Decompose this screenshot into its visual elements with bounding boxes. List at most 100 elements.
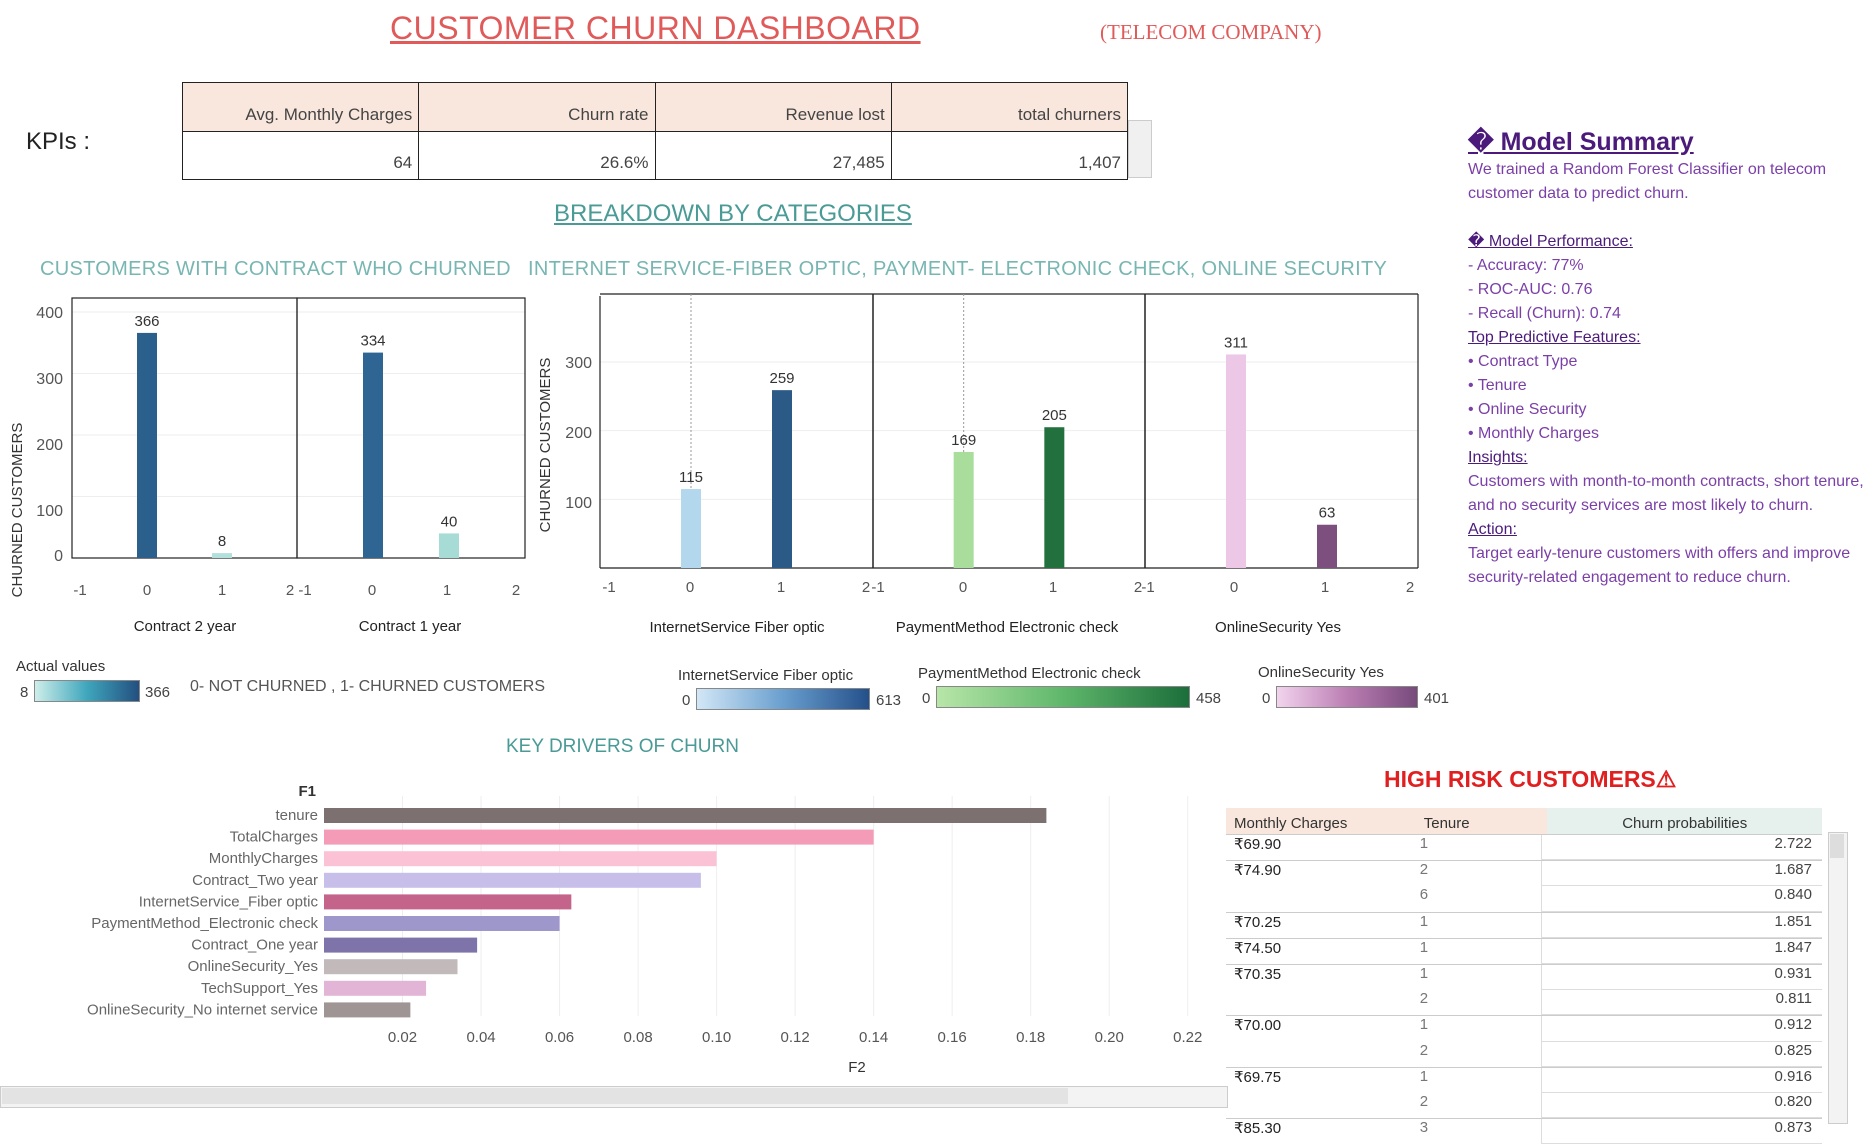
kpis-label: KPIs : xyxy=(26,128,91,155)
services-bar-label: 115 xyxy=(679,469,703,486)
services-p1-x-tick-2: 2 xyxy=(862,579,870,596)
drivers-bar xyxy=(324,829,874,845)
legend-actual-values-max: 366 xyxy=(145,684,171,701)
services-bar xyxy=(1226,354,1246,568)
model-summary-title: � Model Summary xyxy=(1468,128,1694,156)
drivers-category-label: Contract_One year xyxy=(191,937,318,954)
model-summary-intro: We trained a Random Forest Classifier on… xyxy=(1468,161,1827,202)
high-risk-probability-cell: 0.916 xyxy=(1540,1067,1822,1093)
services-bar xyxy=(1317,524,1337,568)
drivers-x-tick: 0.10 xyxy=(702,1029,731,1046)
high-risk-probability-cell: 1.687 xyxy=(1540,861,1822,887)
contract-panel-frame xyxy=(71,297,298,559)
kpi-header-total-churners: total churners xyxy=(1018,104,1121,124)
kpi-scrollbar[interactable] xyxy=(1128,120,1152,178)
drivers-bar xyxy=(324,851,717,867)
high-risk-probability-cell: 0.840 xyxy=(1540,886,1822,912)
services-p1-x-tick-0: 0 xyxy=(686,579,694,596)
high-risk-probability-cell: 0.820 xyxy=(1540,1092,1822,1119)
high-risk-row: ₹69.75 1 0.916 xyxy=(1226,1066,1822,1093)
contract-p2-x-tick-0: 0 xyxy=(368,582,376,599)
horizontal-scrollbar-thumb[interactable] xyxy=(2,1088,1068,1104)
contract-bar xyxy=(439,533,459,558)
high-risk-tenure-cell: 2 xyxy=(1419,1041,1429,1059)
kpi-header-row: Avg. Monthly Charges Churn rate Revenue … xyxy=(183,83,1127,132)
services-bar-label: 63 xyxy=(1319,505,1336,522)
drivers-bar xyxy=(324,872,701,888)
high-risk-charge-cell xyxy=(1226,990,1412,1015)
legend-security-max: 401 xyxy=(1424,690,1450,707)
high-risk-scrollbar[interactable] xyxy=(1828,832,1848,1124)
contract-p1-x-tick-neg1: -1 xyxy=(73,582,86,599)
high-risk-header-row: Monthly Charges Tenure Churn probabiliti… xyxy=(1226,808,1822,834)
services-panel-label-fiber: InternetService Fiber optic xyxy=(649,619,825,636)
high-risk-charge-cell: ₹70.00 xyxy=(1234,1017,1282,1035)
feature-contract-type: • Contract Type xyxy=(1468,353,1578,370)
legend-payment-gradient xyxy=(936,686,1190,708)
high-risk-body: ₹69.90 1 2.722 ₹74.90 2 1.687 6 0.840 ₹70.25 1 1.8… xyxy=(1226,834,1822,1144)
legend-fiber-gradient xyxy=(696,688,870,710)
model-recall: - Recall (Churn): 0.74 xyxy=(1468,305,1621,322)
high-risk-scrollbar-thumb[interactable] xyxy=(1830,834,1844,858)
services-y-tick-200: 200 xyxy=(565,425,592,442)
kpi-value-avg-charges: 64 xyxy=(183,131,420,179)
drivers-chart-heading: KEY DRIVERS OF CHURN xyxy=(506,736,739,757)
drivers-x-tick: 0.08 xyxy=(623,1029,652,1046)
high-risk-row: 2 0.820 xyxy=(1226,1092,1822,1119)
contract-y-tick-0: 0 xyxy=(54,548,63,565)
legend-security-title: OnlineSecurity Yes xyxy=(1258,664,1384,681)
drivers-bar xyxy=(324,894,572,910)
drivers-chart: F1 tenure TotalCharges MonthlyCharges Contr… xyxy=(87,783,1202,1076)
high-risk-probability-cell: 1.847 xyxy=(1540,938,1822,964)
drivers-x-tick: 0.14 xyxy=(859,1029,888,1046)
kpi-header-avg-charges: Avg. Monthly Charges xyxy=(183,83,420,131)
drivers-category-label: Contract_Two year xyxy=(192,872,318,889)
contract-chart: 366833440 CHURNED CUSTOMERS 400 300 200 … xyxy=(9,297,526,635)
contract-p2-x-tick-neg1: -1 xyxy=(298,582,311,599)
high-risk-row: 2 0.825 xyxy=(1226,1041,1822,1067)
drivers-bar xyxy=(324,808,1047,823)
legend-fiber-title: InternetService Fiber optic xyxy=(678,667,854,684)
contract-y-tick-100: 100 xyxy=(36,503,63,520)
services-p1-x-tick-1: 1 xyxy=(777,579,785,596)
model-performance-title: � Model Performance: xyxy=(1468,233,1633,250)
kpi-value-revenue-lost: 27,485 xyxy=(656,131,892,179)
services-bar-label: 311 xyxy=(1224,334,1248,351)
contract-y-axis-label: CHURNED CUSTOMERS xyxy=(9,423,26,598)
kpi-table: Avg. Monthly Charges Churn rate Revenue … xyxy=(182,82,1128,180)
churn-encoding-note: 0- NOT CHURNED , 1- CHURNED CUSTOMERS xyxy=(190,678,545,695)
services-p3-x-tick-0: 0 xyxy=(1230,579,1238,596)
legend-payment-max: 458 xyxy=(1196,690,1222,707)
high-risk-header-charges: Monthly Charges xyxy=(1226,808,1416,834)
contract-p1-x-tick-0: 0 xyxy=(143,582,151,599)
legend-fiber-min: 0 xyxy=(682,692,691,709)
services-p1-x-tick-neg1: -1 xyxy=(602,579,615,596)
drivers-bar xyxy=(324,980,427,996)
high-risk-tenure-cell: 1 xyxy=(1419,938,1429,956)
services-p2-x-tick-0: 0 xyxy=(959,579,967,596)
services-bar xyxy=(681,489,701,568)
high-risk-probability-cell: 0.931 xyxy=(1540,964,1822,991)
drivers-category-label: PaymentMethod_Electronic check xyxy=(91,915,318,932)
high-risk-probability-cell: 1.851 xyxy=(1540,912,1822,938)
contract-bar xyxy=(363,352,383,558)
model-roc-auc: - ROC-AUC: 0.76 xyxy=(1468,281,1593,298)
drivers-x-tick: 0.02 xyxy=(388,1029,417,1046)
services-p3-x-tick-2: 2 xyxy=(1406,579,1414,596)
kpi-value-row: 64 26.6% 27,485 1,407 xyxy=(183,131,1127,179)
high-risk-probability-cell: 0.825 xyxy=(1540,1041,1822,1067)
services-panel-label-payment: PaymentMethod Electronic check xyxy=(896,619,1119,636)
kpi-value-churn-rate: 26.6% xyxy=(419,131,656,179)
high-risk-probability-cell: 0.912 xyxy=(1540,1016,1822,1042)
drivers-x-tick: 0.04 xyxy=(466,1029,495,1046)
drivers-category-label: InternetService_Fiber optic xyxy=(139,893,319,910)
high-risk-tenure-cell: 2 xyxy=(1419,1092,1429,1110)
feature-monthly-charges: • Monthly Charges xyxy=(1468,425,1599,442)
high-risk-title: HIGH RISK CUSTOMERS⚠ xyxy=(1384,766,1677,792)
high-risk-charge-cell: ₹85.30 xyxy=(1234,1120,1282,1138)
contract-p2-x-tick-1: 1 xyxy=(443,582,451,599)
contract-bar-label: 334 xyxy=(360,333,385,350)
dashboard-title: CUSTOMER CHURN DASHBOARD xyxy=(390,10,921,46)
contract-y-tick-200: 200 xyxy=(36,437,63,454)
high-risk-row: ₹74.90 2 1.687 xyxy=(1226,860,1822,887)
